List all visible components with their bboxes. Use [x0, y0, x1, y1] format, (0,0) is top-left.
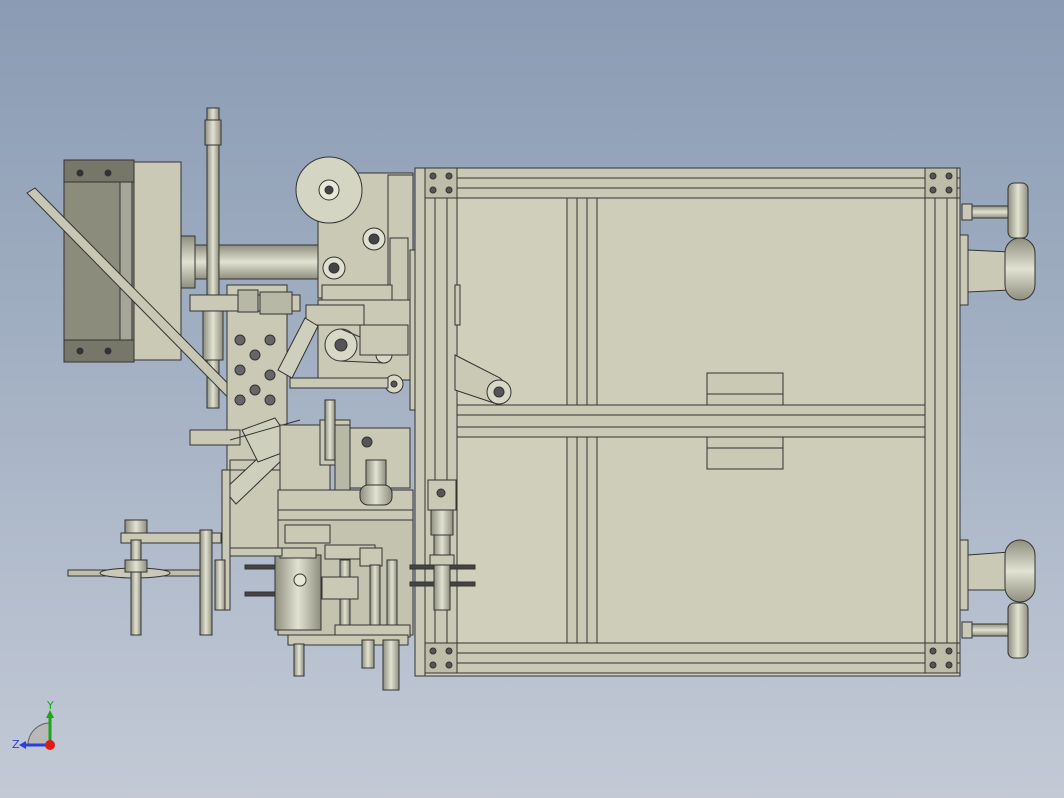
caster-wheels — [959, 182, 1036, 659]
spool-assembly — [67, 519, 226, 636]
cad-viewport[interactable]: Y Z — [0, 0, 1064, 798]
x-axis-point — [45, 740, 55, 750]
machine-assembly-model[interactable]: Y Z — [0, 0, 1064, 798]
aluminum-frame — [414, 167, 961, 677]
y-axis-label: Y — [46, 699, 54, 712]
z-axis-label: Z — [12, 738, 20, 751]
axis-triad: Y Z — [12, 699, 55, 751]
